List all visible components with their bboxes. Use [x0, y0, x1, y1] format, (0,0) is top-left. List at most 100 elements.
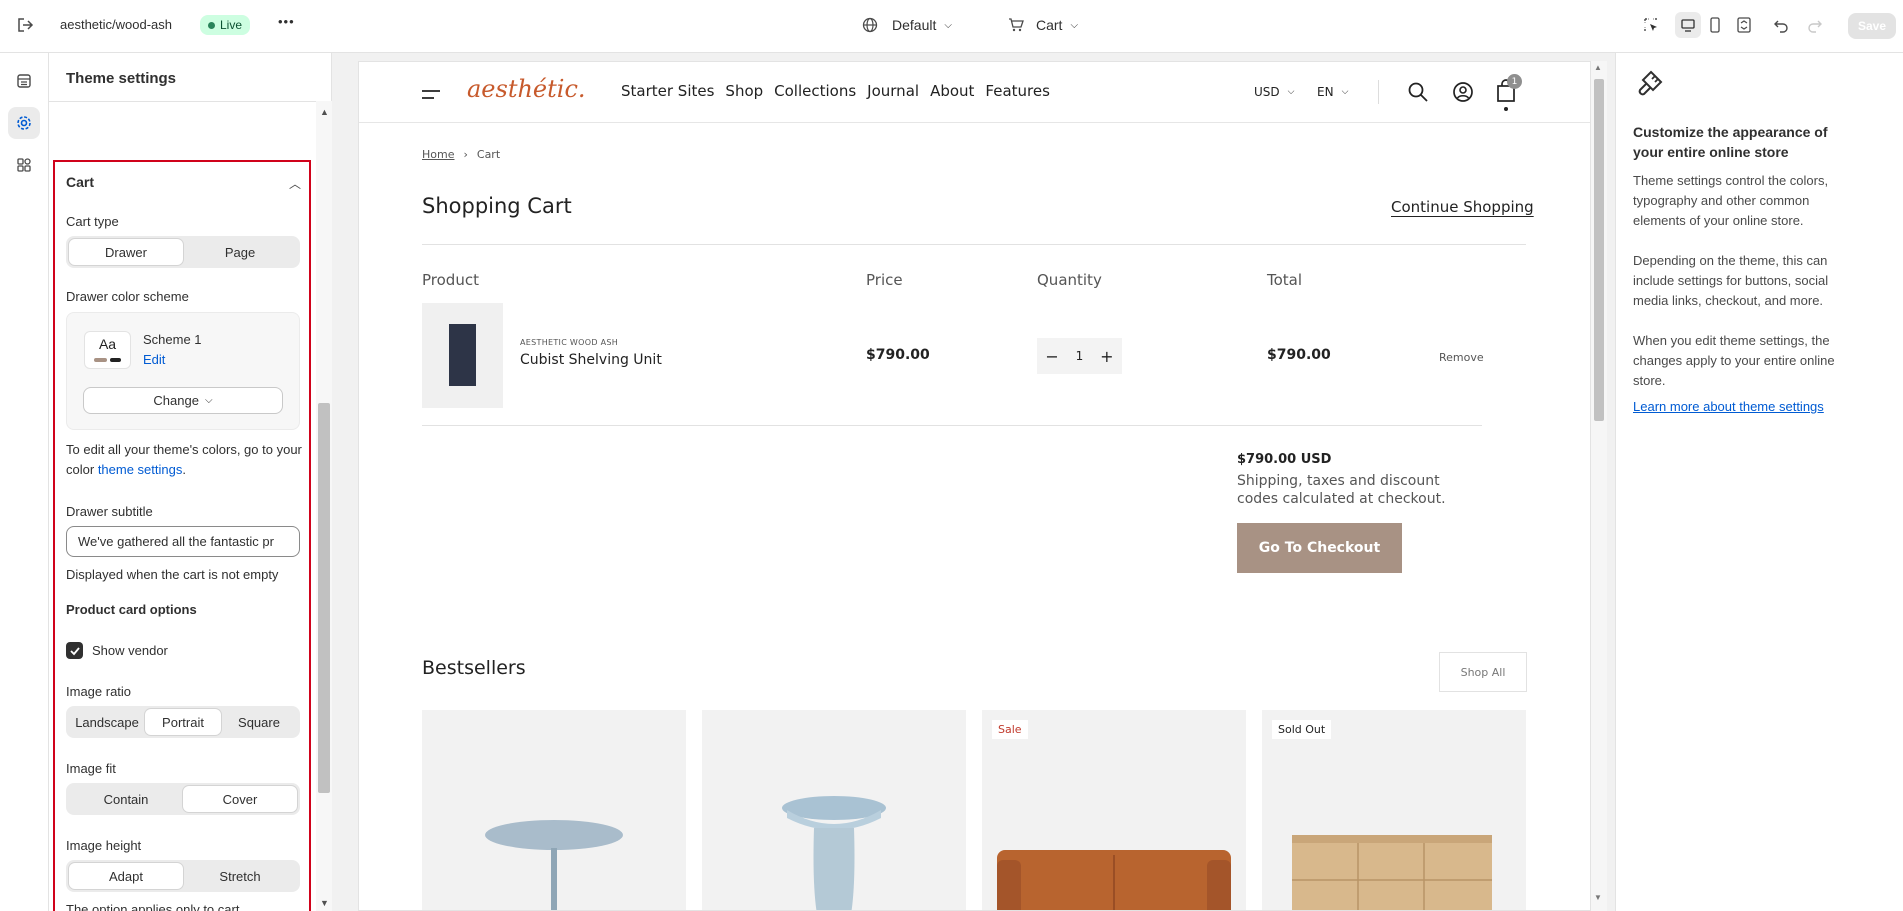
image-fit-segmented: Contain Cover: [66, 783, 300, 815]
minus-icon[interactable]: −: [1045, 347, 1058, 366]
checkout-button[interactable]: Go To Checkout: [1237, 523, 1402, 573]
fullscreen-view-icon[interactable]: [1736, 16, 1752, 34]
sideboard-image: [1292, 835, 1492, 910]
product-name[interactable]: Cubist Shelving Unit: [520, 352, 662, 368]
bestsellers-heading: Bestsellers: [422, 657, 526, 679]
show-vendor-checkbox[interactable]: [66, 642, 83, 659]
store-name[interactable]: aesthetic/wood-ash: [60, 17, 172, 32]
color-help-text: To edit all your theme's colors, go to y…: [66, 440, 302, 480]
mobile-view-icon[interactable]: [1707, 16, 1723, 34]
preview-scrollbar-thumb[interactable]: [1594, 79, 1604, 421]
store-logo[interactable]: aesthétic.: [467, 75, 586, 103]
product-card[interactable]: [422, 710, 686, 910]
theme-settings-icon[interactable]: [8, 107, 40, 139]
product-card[interactable]: [702, 710, 966, 910]
scroll-up-icon[interactable]: ▲: [1594, 63, 1602, 72]
live-dot-icon: [208, 21, 215, 29]
theme-selector[interactable]: Default ⌵: [862, 17, 952, 33]
search-icon[interactable]: [1407, 81, 1429, 107]
nav-collections[interactable]: Collections: [774, 82, 856, 100]
nav-shop[interactable]: Shop: [725, 82, 763, 100]
shop-all-button[interactable]: Shop All: [1439, 652, 1527, 692]
cart-icon: [1009, 18, 1024, 32]
learn-more-link[interactable]: Learn more about theme settings: [1633, 399, 1824, 414]
sale-badge: Sale: [992, 720, 1028, 739]
inspector-icon[interactable]: [1642, 16, 1660, 34]
continue-shopping-link[interactable]: Continue Shopping: [1391, 198, 1534, 216]
breadcrumb-home[interactable]: Home: [422, 148, 454, 161]
image-ratio-square[interactable]: Square: [221, 709, 297, 735]
image-fit-contain[interactable]: Contain: [69, 786, 183, 812]
help-panel: Customize the appearance of your entire …: [1615, 53, 1903, 911]
nav-journal[interactable]: Journal: [867, 82, 919, 100]
quantity-value[interactable]: 1: [1076, 349, 1084, 363]
image-fit-cover[interactable]: Cover: [183, 786, 297, 812]
chevron-down-icon: ⌵: [1070, 19, 1079, 31]
remove-link[interactable]: Remove: [1439, 351, 1484, 364]
editor-top-bar: aesthetic/wood-ash Live ••• Default ⌵ Ca…: [0, 0, 1903, 53]
account-icon[interactable]: [1452, 81, 1474, 107]
nav-features[interactable]: Features: [985, 82, 1050, 100]
undo-icon[interactable]: [1772, 16, 1790, 34]
sofa-image: [997, 850, 1231, 910]
scroll-down-icon[interactable]: ▼: [1594, 893, 1602, 902]
more-actions-button[interactable]: •••: [278, 14, 295, 29]
help-paragraph-3: When you edit theme settings, the change…: [1633, 333, 1835, 388]
currency-selector[interactable]: USD ⌵: [1254, 85, 1294, 99]
cart-settings-section: Cart ︿ Cart type Drawer Page Drawer colo…: [53, 160, 311, 911]
nav-about[interactable]: About: [930, 82, 974, 100]
globe-icon: [862, 17, 878, 33]
section-heading[interactable]: Cart: [66, 174, 94, 190]
scroll-down-icon[interactable]: ▼: [320, 898, 329, 908]
apps-icon[interactable]: [8, 149, 40, 181]
image-height-adapt[interactable]: Adapt: [69, 863, 183, 889]
desktop-view-icon[interactable]: [1675, 12, 1701, 38]
hamburger-menu-icon[interactable]: [422, 86, 440, 105]
cart-type-page[interactable]: Page: [183, 239, 297, 265]
product-card-options-heading: Product card options: [66, 602, 197, 617]
page-selector-label: Cart: [1036, 17, 1063, 33]
scroll-up-icon[interactable]: ▲: [320, 107, 329, 117]
change-scheme-button[interactable]: Change ⌵: [83, 387, 283, 414]
image-height-stretch[interactable]: Stretch: [183, 863, 297, 889]
product-card[interactable]: Sold Out: [1262, 710, 1526, 910]
page-selector[interactable]: Cart ⌵: [1008, 17, 1078, 33]
cart-count-badge: 1: [1507, 74, 1522, 89]
exit-icon[interactable]: [16, 16, 34, 34]
settings-scrollbar-thumb[interactable]: [318, 403, 330, 793]
checkmark-icon: [69, 646, 80, 655]
shelving-image: [449, 324, 476, 386]
shipping-note: Shipping, taxes and discount codes calcu…: [1237, 473, 1446, 507]
product-thumbnail[interactable]: [422, 303, 503, 408]
theme-settings-link[interactable]: theme settings: [98, 462, 183, 477]
swatch-dark: [110, 358, 121, 362]
plus-icon[interactable]: +: [1100, 347, 1113, 366]
image-ratio-landscape[interactable]: Landscape: [69, 709, 145, 735]
drawer-subtitle-input[interactable]: [66, 526, 300, 557]
settings-scroll-area[interactable]: Cart ︿ Cart type Drawer Page Drawer colo…: [49, 101, 332, 911]
show-vendor-row[interactable]: Show vendor: [66, 642, 168, 659]
color-scheme-picker: Aa Scheme 1 Edit Change ⌵: [66, 312, 300, 430]
show-vendor-label: Show vendor: [92, 643, 168, 658]
product-card[interactable]: Sale: [982, 710, 1246, 910]
chevron-down-icon: ⌵: [944, 19, 952, 31]
active-dot: [1504, 107, 1508, 111]
color-scheme-label: Drawer color scheme: [66, 289, 189, 304]
image-ratio-portrait[interactable]: Portrait: [145, 709, 221, 735]
product-vendor: AESTHETIC WOOD ASH: [520, 338, 619, 347]
scheme-edit-link[interactable]: Edit: [143, 352, 165, 367]
theme-selector-label: Default: [892, 17, 937, 33]
chevron-up-icon[interactable]: ︿: [289, 175, 301, 192]
store-preview: aesthétic. Starter Sites Shop Collection…: [358, 61, 1591, 911]
image-height-label: Image height: [66, 838, 142, 853]
preview-scrollbar[interactable]: ▲ ▼: [1591, 61, 1607, 911]
cart-type-drawer[interactable]: Drawer: [69, 239, 183, 265]
redo-icon[interactable]: [1806, 16, 1824, 34]
save-button[interactable]: Save: [1848, 13, 1896, 39]
chevron-down-icon: ⌵: [1341, 87, 1349, 97]
sections-icon[interactable]: [8, 65, 40, 97]
line-total: $790.00: [1267, 347, 1331, 363]
language-selector[interactable]: EN ⌵: [1317, 85, 1348, 99]
nav-starter-sites[interactable]: Starter Sites: [621, 82, 714, 100]
drawer-subtitle-help: Displayed when the cart is not empty: [66, 567, 279, 582]
